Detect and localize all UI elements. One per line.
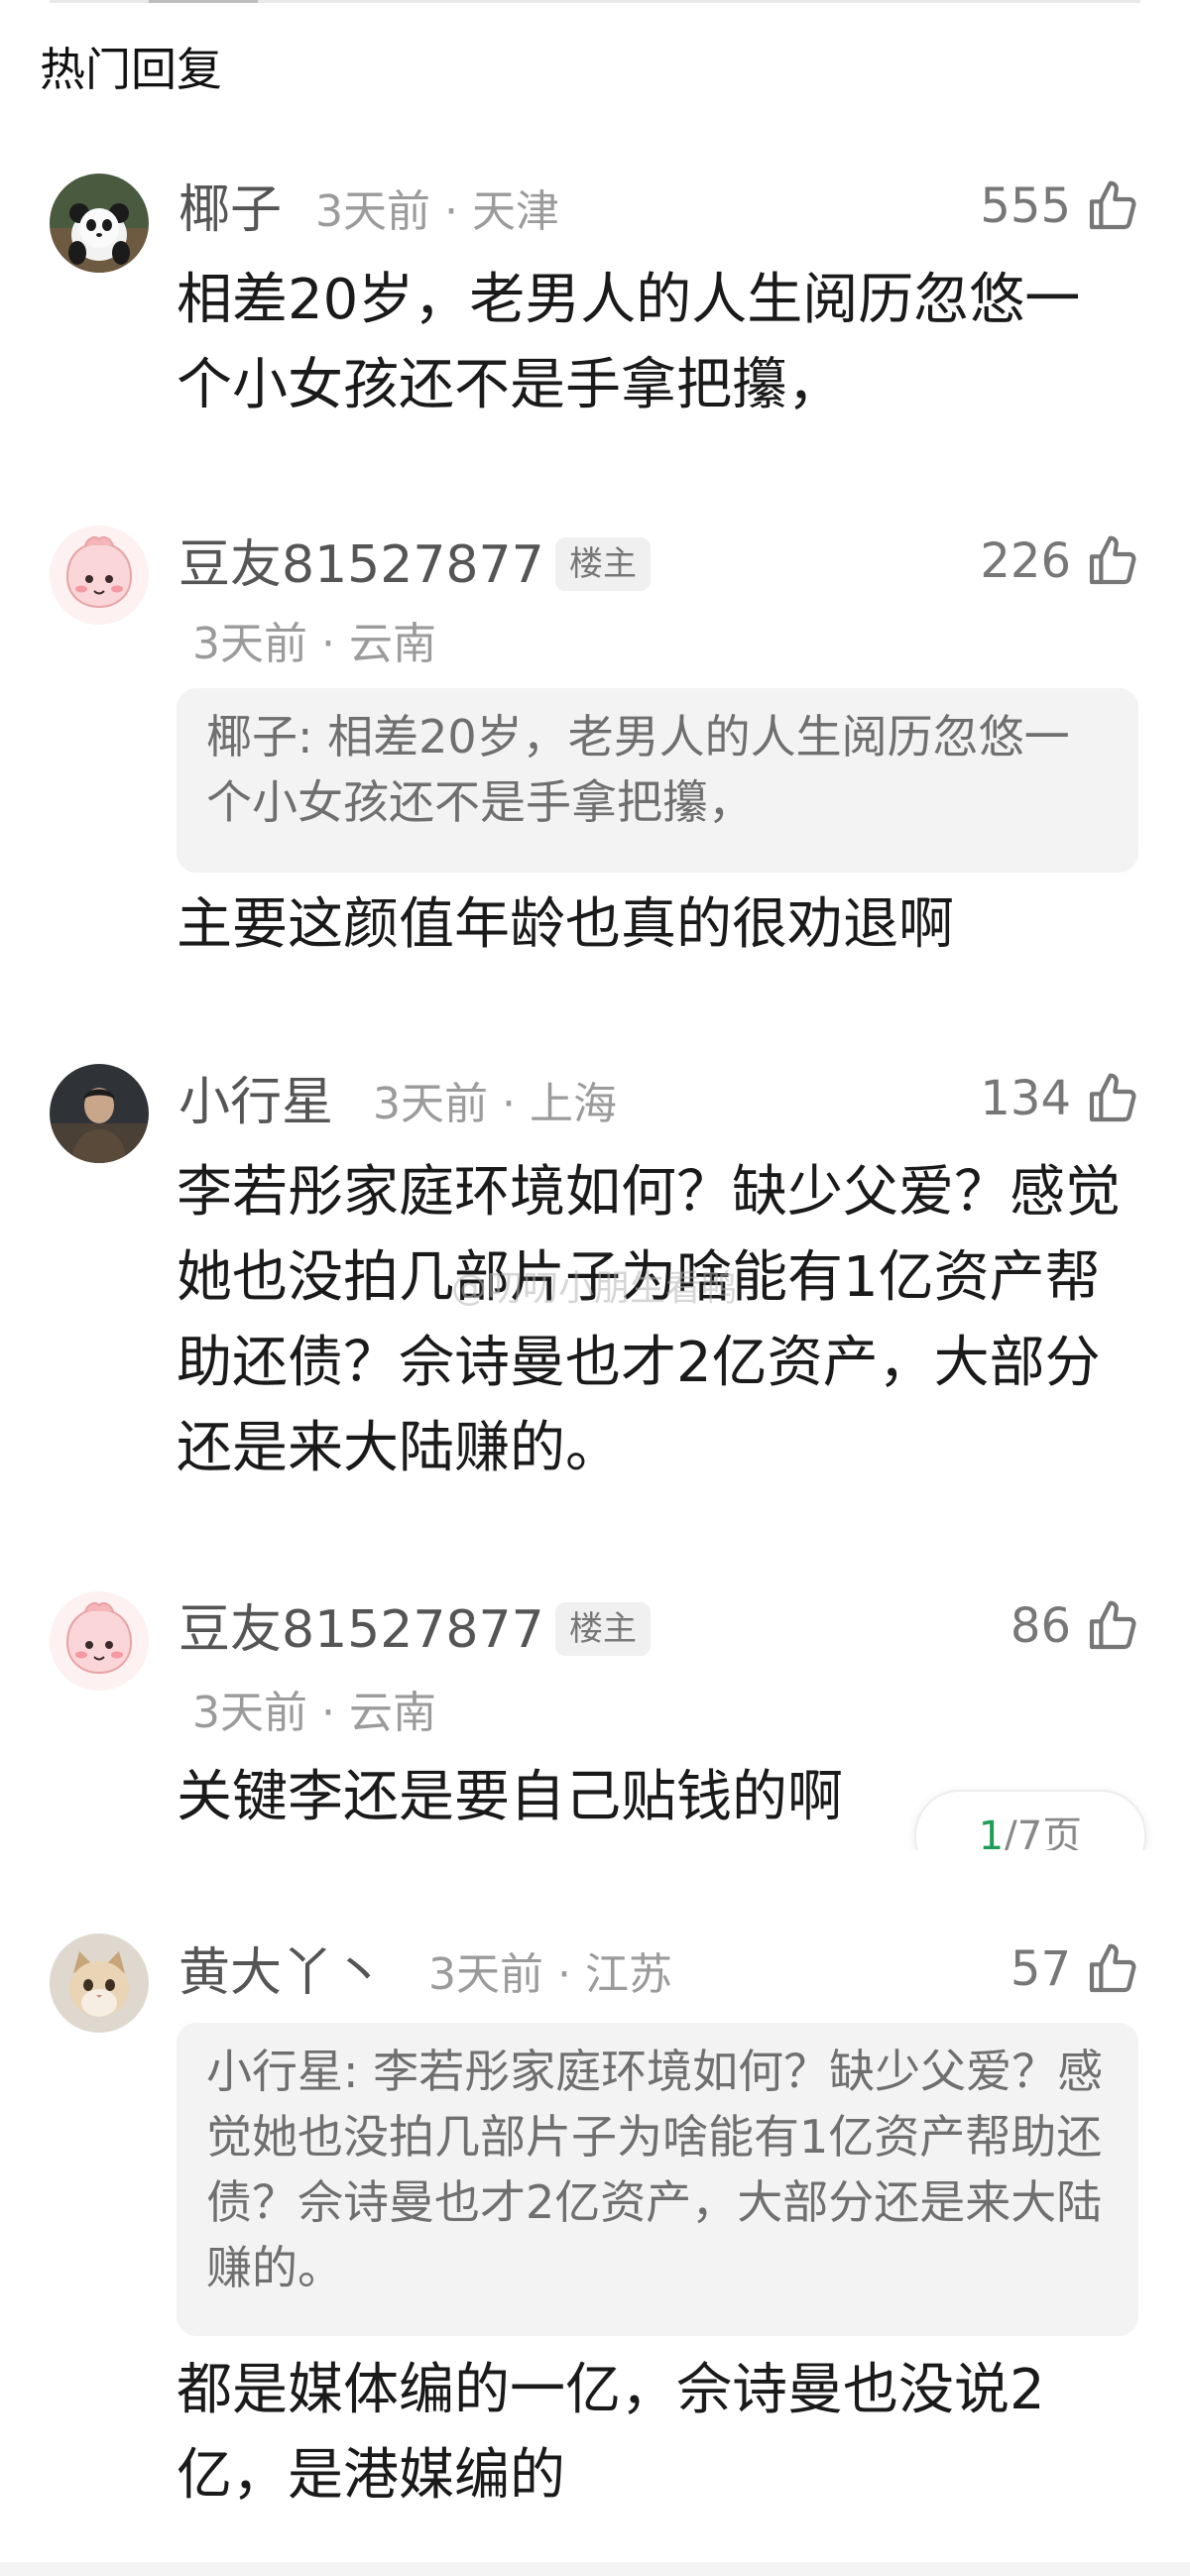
watermark: @叨叨小朋生看鸭 (451, 1268, 738, 1309)
comment-meta: 3天前 · 云南 (192, 1688, 436, 1738)
bottom-bar (0, 2562, 1190, 2576)
quoted-reply[interactable]: 小行星: 李若彤家庭环境如何？缺少父爱？感觉她也没拍几部片子为啥能有1亿资产帮助… (177, 2023, 1138, 2336)
comment-time: 3天前 (192, 619, 307, 669)
like-button[interactable]: 86 (1011, 1596, 1140, 1656)
man-photo-avatar[interactable] (50, 1064, 149, 1163)
comment-meta: 3天前 · 云南 (192, 619, 436, 669)
author-name[interactable]: 小行星 (178, 1071, 333, 1134)
like-count: 226 (980, 533, 1071, 589)
op-badge: 楼主 (555, 537, 651, 591)
like-count: 86 (1010, 1598, 1071, 1654)
like-count: 57 (1010, 1941, 1071, 1997)
section-title: 热门回复 (40, 43, 222, 96)
thumbs-up-icon (1089, 180, 1136, 230)
pink-cartoon-avatar[interactable] (50, 1591, 149, 1691)
author-name[interactable]: 豆友81527877 (178, 1598, 544, 1662)
comment-text: 相差20岁，老男人的人生阅历忽悠一个小女孩还不是手拿把攥， (177, 268, 1081, 417)
op-badge: 楼主 (555, 1602, 651, 1656)
comment-meta: 3天前 · 江苏 (428, 1949, 672, 2000)
panda-avatar[interactable] (50, 174, 149, 273)
comment-text: 主要这颜值年龄也真的很劝退啊 (177, 892, 954, 957)
author-name[interactable]: 椰子 (178, 178, 282, 242)
comment-location: 云南 (348, 1688, 436, 1738)
top-divider (50, 0, 1140, 3)
pink-cartoon-avatar[interactable] (50, 526, 149, 625)
comment-text: 李若彤家庭环境如何？缺少父爱？感觉她也没拍几部片子为啥能有1亿资产帮助还债？佘诗… (177, 1160, 1121, 1480)
like-button[interactable]: 57 (1011, 1939, 1140, 1999)
author-name[interactable]: 黄大丫丶 (178, 1941, 385, 2005)
author-name[interactable]: 豆友81527877 (178, 533, 544, 597)
current-page: 1 (978, 1814, 1005, 1850)
like-count: 555 (980, 178, 1071, 234)
thumbs-up-icon (1089, 1943, 1136, 1993)
like-count: 134 (980, 1071, 1071, 1126)
comment-location: 云南 (348, 619, 436, 669)
page-indicator[interactable]: 1/7页 (914, 1790, 1146, 1850)
thumbs-up-icon (1089, 535, 1136, 585)
comment-time: 3天前 (428, 1949, 543, 2000)
comment-text: 都是媒体编的一亿，佘诗曼也没说2亿，是港媒编的 (177, 2358, 1045, 2508)
like-button[interactable]: 134 (980, 1069, 1140, 1128)
quoted-reply[interactable]: 椰子: 相差20岁，老男人的人生阅历忽悠一个小女孩还不是手拿把攥， (177, 688, 1138, 873)
thumbs-up-icon (1089, 1073, 1136, 1122)
tab-indicator (149, 0, 258, 3)
total-pages: /7页 (1004, 1814, 1083, 1850)
thumbs-up-icon (1089, 1600, 1136, 1650)
comment-location: 上海 (529, 1079, 617, 1129)
page-indicator-clip: 1/7页 (892, 1785, 1170, 1850)
comment-location: 江苏 (584, 1949, 672, 2000)
comment-meta: 3天前 · 天津 (315, 186, 559, 237)
comment-location: 天津 (471, 186, 559, 237)
comment-time: 3天前 (192, 1688, 307, 1738)
like-button[interactable]: 555 (980, 176, 1140, 236)
like-button[interactable]: 226 (980, 531, 1140, 591)
cat-avatar[interactable] (50, 1933, 149, 2033)
comment-time: 3天前 (373, 1079, 488, 1129)
comment-time: 3天前 (315, 186, 430, 237)
comment-meta: 3天前 · 上海 (373, 1079, 617, 1129)
